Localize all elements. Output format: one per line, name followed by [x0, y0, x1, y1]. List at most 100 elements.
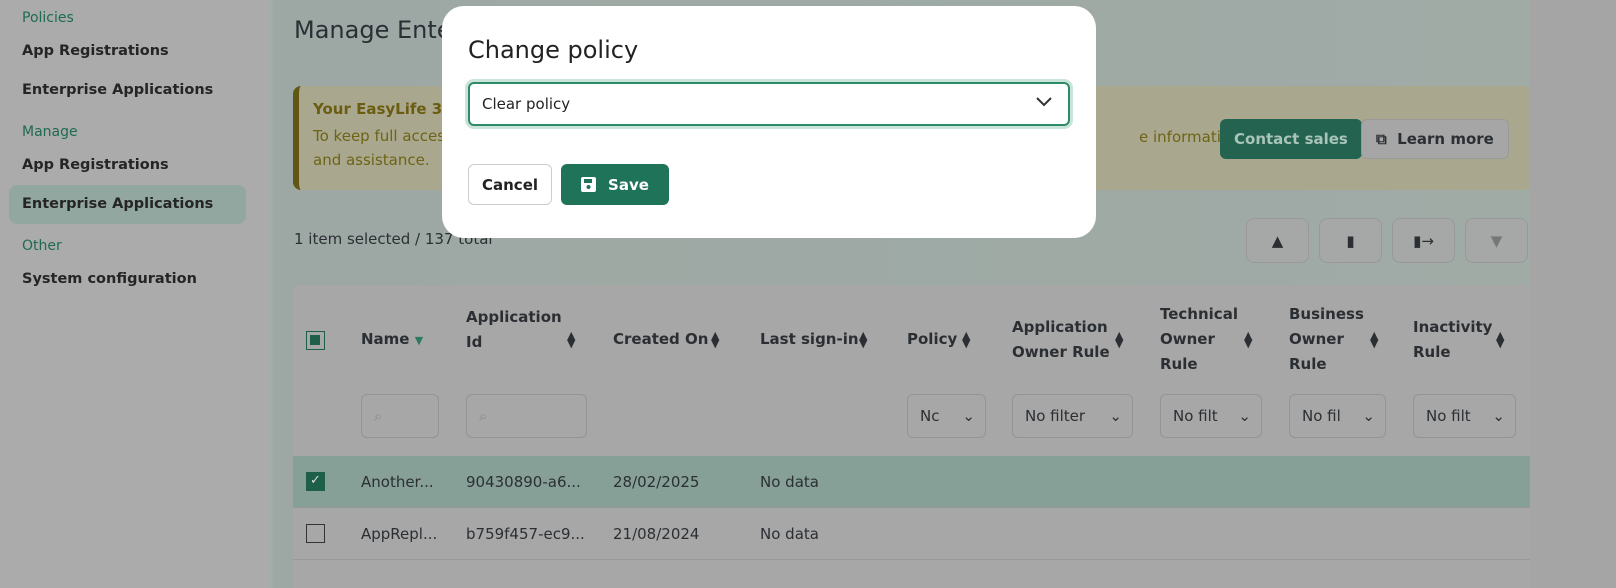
row-checkbox[interactable]	[306, 524, 325, 543]
header-label: Owner Rule	[1012, 343, 1110, 361]
header-name-label: Name	[361, 330, 410, 348]
header-label: Inactivity	[1413, 318, 1493, 336]
header-last-signin[interactable]: Last sign-in	[760, 327, 859, 352]
policy-select-value: Clear policy	[482, 95, 571, 113]
contact-sales-button[interactable]: Contact sales	[1220, 119, 1362, 159]
header-label: Rule	[1289, 355, 1327, 373]
name-search-input[interactable]: ⌕	[361, 394, 439, 438]
cell-last-signin: No data	[760, 473, 819, 491]
banner-text-line2: and assistance.	[313, 151, 430, 169]
policy-select[interactable]: Clear policy	[468, 82, 1070, 126]
search-icon: ⌕	[374, 407, 383, 425]
chevron-down-icon: ⌄	[962, 407, 975, 425]
chevron-down-icon: ⌄	[1492, 395, 1505, 437]
filter-clear-icon: ▼	[1490, 231, 1503, 250]
header-label: Owner	[1160, 330, 1215, 348]
cell-created-on: 21/08/2024	[613, 525, 700, 543]
wizard-button[interactable]: ▲	[1246, 218, 1309, 263]
sort-icon[interactable]: ▲ ▼	[1115, 330, 1123, 349]
cell-created-on: 28/02/2025	[613, 473, 700, 491]
header-label: Technical	[1160, 305, 1238, 323]
header-label: Policy	[907, 330, 958, 348]
export-button[interactable]: ▮→	[1392, 218, 1455, 263]
sidebar-item-manage-app-registrations[interactable]: App Registrations	[9, 146, 246, 185]
header-technical-owner-rule[interactable]: Technical Owner Rule	[1160, 302, 1238, 377]
sidebar-section-other: Other	[22, 238, 62, 254]
learn-more-label: Learn more	[1397, 130, 1494, 148]
cell-app-id: 90430890-a6...	[466, 473, 581, 491]
floppy-disk-icon	[581, 177, 597, 192]
filter-value: No filter	[1025, 407, 1086, 425]
header-label: Last sign-in	[760, 330, 859, 348]
header-label: Rule	[1413, 343, 1451, 361]
filter-value: Nc	[920, 407, 940, 425]
clear-filters-button[interactable]: ▼	[1465, 218, 1528, 263]
cell-last-signin: No data	[760, 525, 819, 543]
sort-icon[interactable]: ▲ ▼	[567, 330, 575, 349]
sidebar-item-policies-app-registrations[interactable]: App Registrations	[9, 32, 246, 71]
save-label: Save	[608, 175, 649, 194]
application-owner-filter-select[interactable]: No filter ⌄	[1012, 394, 1133, 438]
header-application-id[interactable]: Application Id	[466, 305, 562, 355]
policy-filter-select[interactable]: Nc ⌄	[907, 394, 986, 438]
header-policy[interactable]: Policy	[907, 327, 957, 352]
sort-icon[interactable]: ▲ ▼	[962, 330, 970, 349]
business-owner-filter-select[interactable]: No fil ⌄	[1289, 394, 1386, 438]
filter-value: No fil	[1302, 407, 1341, 425]
sort-icon[interactable]: ▲ ▼	[1496, 330, 1504, 349]
table-row[interactable]: AppRepl... b759f457-ec9... 21/08/2024 No…	[293, 508, 1530, 560]
header-business-owner-rule[interactable]: Business Owner Rule	[1289, 302, 1364, 377]
file-export-icon: ▮→	[1413, 231, 1434, 250]
toolbar: ▲ ▮ ▮→ ▼	[1246, 218, 1528, 263]
sort-desc-icon: ▼	[414, 334, 424, 347]
applications-table: Name ▼ Application Id ▲ ▼ Created On ▲ ▼ La…	[293, 285, 1530, 588]
search-icon: ⌕	[479, 407, 488, 425]
sort-icon[interactable]: ▲ ▼	[1244, 330, 1252, 349]
cell-app-id: b759f457-ec9...	[466, 525, 585, 543]
chevron-down-icon: ⌄	[1238, 395, 1251, 437]
external-link-icon: ⧉	[1376, 130, 1387, 148]
cancel-button[interactable]: Cancel	[468, 164, 553, 205]
sort-icon[interactable]: ▲ ▼	[859, 330, 867, 349]
change-policy-dialog: Change policy Clear policy Cancel Save	[442, 6, 1096, 238]
save-button[interactable]: Save	[561, 164, 669, 205]
sidebar-item-system-configuration[interactable]: System configuration	[9, 260, 246, 299]
select-all-checkbox[interactable]	[306, 331, 325, 350]
sidebar-section-manage: Manage	[22, 124, 78, 140]
header-label: Owner	[1289, 330, 1344, 348]
right-gutter	[1530, 0, 1616, 588]
header-label: Application	[466, 308, 562, 326]
sidebar-item-policies-enterprise-applications[interactable]: Enterprise Applications	[9, 71, 246, 110]
header-name[interactable]: Name ▼	[361, 327, 423, 353]
chevron-down-icon: ⌄	[1109, 395, 1122, 437]
dialog-title: Change policy	[468, 36, 639, 64]
header-inactivity-rule[interactable]: Inactivity Rule	[1413, 315, 1492, 365]
header-label: Created On	[613, 330, 709, 348]
banner-text-line1: To keep full acces	[313, 127, 446, 145]
file-import-icon: ▮	[1346, 231, 1355, 250]
sort-icon[interactable]: ▲ ▼	[1370, 330, 1378, 349]
application-id-search-input[interactable]: ⌕	[466, 394, 587, 438]
chevron-down-icon: ⌄	[1362, 395, 1375, 437]
filter-value: No filt	[1173, 407, 1218, 425]
inactivity-filter-select[interactable]: No filt ⌄	[1413, 394, 1516, 438]
cell-name: Another...	[361, 473, 434, 491]
sidebar-section-policies: Policies	[22, 10, 74, 26]
table-row[interactable]: ✓ Another... 90430890-a6... 28/02/2025 N…	[293, 456, 1530, 508]
header-application-owner-rule[interactable]: Application Owner Rule	[1012, 315, 1110, 365]
learn-more-button[interactable]: ⧉ Learn more	[1361, 119, 1509, 159]
header-label: Id	[466, 333, 483, 351]
header-label: Business	[1289, 305, 1364, 323]
import-button[interactable]: ▮	[1319, 218, 1382, 263]
sidebar-item-manage-enterprise-applications[interactable]: Enterprise Applications	[9, 185, 246, 224]
header-label: Rule	[1160, 355, 1198, 373]
page-title: Manage Ente	[294, 16, 452, 44]
header-label: Application	[1012, 318, 1108, 336]
chevron-down-icon	[1036, 97, 1052, 107]
row-checkbox[interactable]: ✓	[306, 472, 325, 491]
technical-owner-filter-select[interactable]: No filt ⌄	[1160, 394, 1262, 438]
filter-value: No filt	[1426, 407, 1471, 425]
sidebar: Policies App Registrations Enterprise Ap…	[0, 0, 272, 588]
header-created-on[interactable]: Created On	[613, 327, 708, 352]
sort-icon[interactable]: ▲ ▼	[711, 330, 719, 349]
